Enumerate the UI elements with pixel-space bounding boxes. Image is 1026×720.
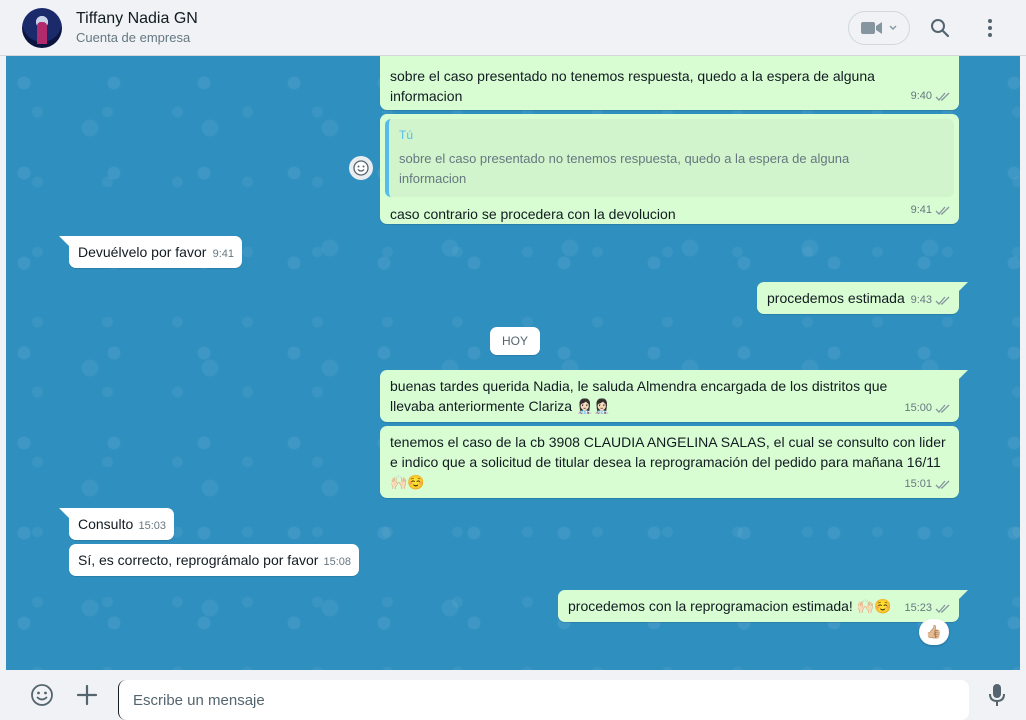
right-edge	[1020, 56, 1026, 670]
contact-info[interactable]: Tiffany Nadia GN Cuenta de empresa	[76, 9, 198, 46]
message-text: Sí, es correcto, reprográmalo por favor	[78, 552, 319, 568]
message-outgoing[interactable]: procedemos con la reprogramacion estimad…	[558, 590, 959, 622]
double-check-icon	[935, 296, 950, 305]
message-incoming[interactable]: Sí, es correcto, reprográmalo por favor …	[69, 544, 359, 576]
message-time: 15:08	[323, 556, 351, 568]
bubble-tail	[958, 282, 968, 292]
message-outgoing[interactable]: buenas tardes querida Nadia, le saluda A…	[380, 370, 959, 422]
video-call-button[interactable]	[848, 11, 910, 45]
message-meta: 9:40	[911, 86, 951, 106]
message-reaction[interactable]: 👍🏼	[919, 619, 949, 645]
message-meta: 15:23	[904, 598, 951, 618]
react-button[interactable]	[349, 156, 373, 180]
message-time: 15:23	[904, 602, 932, 614]
double-check-icon	[935, 480, 950, 489]
bubble-tail	[59, 508, 69, 518]
message-time: 9:40	[910, 90, 932, 102]
bubble-tail	[59, 236, 69, 246]
message-time: 9:41	[212, 248, 234, 260]
message-meta: 15:00	[904, 398, 951, 418]
message-time: 9:41	[910, 204, 932, 216]
double-check-icon	[935, 92, 950, 101]
double-check-icon	[935, 604, 950, 613]
chat-header[interactable]: Tiffany Nadia GN Cuenta de empresa	[0, 0, 1026, 56]
quote-text: sobre el caso presentado no tenemos resp…	[399, 151, 850, 186]
double-check-icon	[935, 206, 950, 215]
emoji-button[interactable]	[22, 675, 62, 715]
message-incoming[interactable]: Devuélvelo por favor 9:41	[69, 236, 242, 268]
message-text: caso contrario se procedera con la devol…	[390, 206, 676, 222]
emoji-icon	[31, 684, 53, 706]
attach-button[interactable]	[67, 675, 107, 715]
search-icon	[931, 19, 950, 38]
microphone-icon	[989, 684, 1005, 706]
menu-button[interactable]	[970, 8, 1010, 48]
plus-icon	[76, 684, 98, 706]
message-text: procedemos con la reprogramacion estimad…	[568, 598, 892, 614]
message-meta: 9:43	[911, 290, 951, 310]
contact-subtitle: Cuenta de empresa	[76, 30, 191, 46]
quote-author: Tú	[399, 128, 414, 142]
message-meta: 15:08	[323, 552, 351, 572]
search-button[interactable]	[920, 8, 960, 48]
header-actions	[848, 8, 1010, 48]
chevron-down-icon	[889, 25, 897, 30]
chat-panel[interactable]: sobre el caso presentado no tenemos resp…	[6, 56, 1020, 670]
kebab-menu-icon	[988, 19, 992, 37]
bubble-tail	[958, 370, 968, 380]
message-meta: 9:41	[213, 244, 234, 264]
contact-name: Tiffany Nadia GN	[76, 10, 198, 28]
emoji-react-icon	[353, 160, 369, 176]
message-time: 15:01	[904, 478, 932, 490]
message-text: tenemos el caso de la cb 3908 CLAUDIA AN…	[390, 434, 946, 490]
message-meta: 15:03	[138, 516, 166, 536]
message-meta: 9:41	[911, 200, 951, 220]
message-time: 15:00	[904, 402, 932, 414]
message-meta: 15:01	[904, 474, 951, 494]
date-divider: HOY	[490, 327, 541, 355]
message-outgoing-reply[interactable]: Tú sobre el caso presentado no tenemos r…	[380, 114, 959, 224]
message-incoming[interactable]: Consulto 15:03	[69, 508, 174, 540]
quoted-message[interactable]: Tú sobre el caso presentado no tenemos r…	[385, 119, 954, 197]
message-outgoing[interactable]: sobre el caso presentado no tenemos resp…	[380, 56, 959, 110]
video-call-icon	[861, 22, 882, 34]
double-check-icon	[935, 404, 950, 413]
message-time: 15:03	[138, 520, 166, 532]
message-text: buenas tardes querida Nadia, le saluda A…	[390, 378, 888, 414]
voice-message-button[interactable]	[977, 675, 1017, 715]
message-text: sobre el caso presentado no tenemos resp…	[390, 68, 875, 104]
message-outgoing[interactable]: procedemos estimada 9:43	[757, 282, 959, 314]
message-outgoing[interactable]: tenemos el caso de la cb 3908 CLAUDIA AN…	[380, 426, 959, 498]
message-text: Devuélvelo por favor	[78, 244, 207, 260]
bubble-tail	[958, 590, 968, 600]
contact-avatar[interactable]	[22, 7, 62, 48]
message-time: 9:43	[910, 294, 932, 306]
message-input[interactable]	[118, 680, 969, 720]
